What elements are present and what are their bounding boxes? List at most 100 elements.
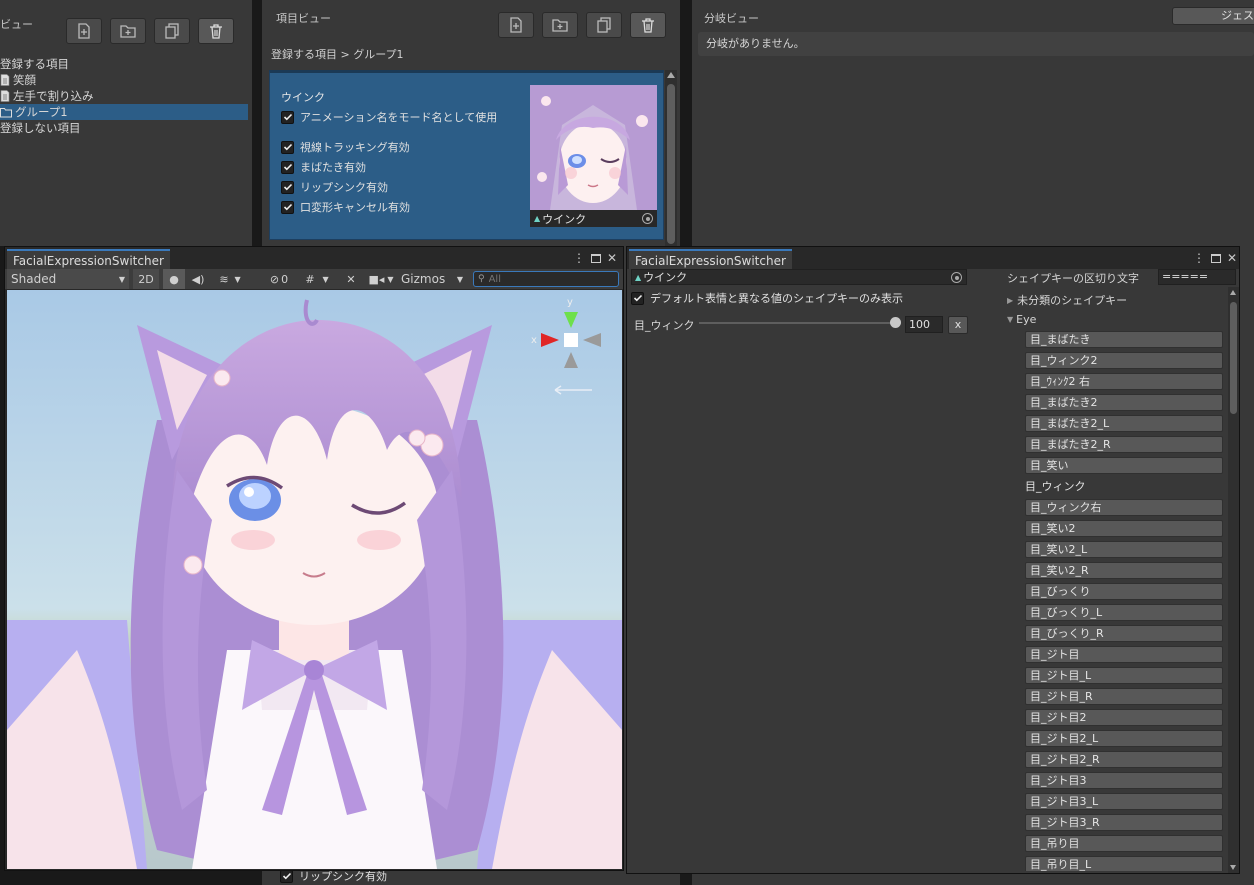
scene-search-field[interactable]: ⚲ xyxy=(473,271,619,287)
lipsync-toggle[interactable]: リップシンク有効 xyxy=(281,179,388,195)
shape-key-button[interactable]: 目_ジト目3_L xyxy=(1025,793,1223,810)
shape-key-button[interactable]: 目_ジト目2_R xyxy=(1025,751,1223,768)
branch-view-title: 分岐ビュー xyxy=(704,12,759,25)
thumbnail-caption-bar: ▲ ウインク xyxy=(530,210,657,227)
remove-key-button[interactable]: x xyxy=(948,316,968,334)
foldout-collapsed-icon: ▶ xyxy=(1007,295,1014,305)
uncategorized-foldout[interactable]: ▶ 未分類のシェイプキー xyxy=(1007,292,1127,308)
shape-key-button[interactable]: 目_びっくり_R xyxy=(1025,625,1223,642)
tree-item-group1[interactable]: グループ1 xyxy=(0,104,248,120)
effects-dropdown[interactable]: ≋ ▼ xyxy=(211,269,249,289)
item-card[interactable]: ウインク アニメーション名をモード名として使用 視線トラッキング有効 まばたき有… xyxy=(269,70,664,240)
checkbox[interactable] xyxy=(281,160,294,174)
lighting-toggle[interactable]: ● xyxy=(163,269,185,289)
shape-key-button[interactable]: 目_ジト目2 xyxy=(1025,709,1223,726)
shape-key-button[interactable]: 目_笑い2_R xyxy=(1025,562,1223,579)
scene-viewport[interactable]: y x xyxy=(7,290,622,869)
shape-key-button[interactable]: 目_ウィンク右 xyxy=(1025,499,1223,516)
shape-key-button[interactable]: 目_まばたき2_L xyxy=(1025,415,1223,432)
scene-visibility-toggle[interactable]: ⊘ 0 xyxy=(263,269,295,289)
gaze-tracking-toggle[interactable]: 視線トラッキング有効 xyxy=(281,139,410,155)
item-view-title: 項目ビュー xyxy=(276,12,331,25)
maximize-icon[interactable] xyxy=(1211,253,1221,263)
shape-key-button[interactable]: 目_びっくり xyxy=(1025,583,1223,600)
mouth-cancel-toggle[interactable]: 口変形キャンセル有効 xyxy=(281,199,410,215)
expression-tab[interactable]: FacialExpressionSwitcher xyxy=(629,249,792,269)
scrollbar-thumb[interactable] xyxy=(667,84,675,244)
shape-key-button[interactable]: 目_ジト目_R xyxy=(1025,688,1223,705)
shape-key-button[interactable]: 目_ジト目3 xyxy=(1025,772,1223,789)
scroll-up-arrow-icon[interactable] xyxy=(667,72,675,78)
hierarchy-panel: ビュー 登録する項目 笑顔 左手で割り込み グループ1 登録しない項目 xyxy=(0,0,252,246)
delete-button[interactable] xyxy=(198,18,234,44)
dropdown-arrow-icon: ▼ xyxy=(387,274,394,284)
checkbox[interactable] xyxy=(281,140,294,154)
shape-key-button[interactable]: 目_吊り目_L xyxy=(1025,856,1223,871)
checkbox[interactable] xyxy=(631,291,644,305)
tree-item-unregistered[interactable]: 登録しない項目 xyxy=(0,120,248,136)
eye-foldout[interactable]: ▼ Eye xyxy=(1007,313,1036,326)
shape-list-scrollbar[interactable] xyxy=(1228,287,1239,873)
toggle-2d-button[interactable]: 2D xyxy=(133,269,159,289)
expression-thumbnail[interactable]: ▲ ウインク xyxy=(530,85,657,227)
blend-slider[interactable] xyxy=(699,317,901,328)
audio-toggle[interactable]: ◀) xyxy=(187,269,209,289)
shading-mode-dropdown[interactable]: Shaded ▼ xyxy=(7,269,129,289)
checkbox[interactable] xyxy=(281,200,294,214)
clip-field[interactable]: ▲ ウインク xyxy=(631,269,967,285)
search-input[interactable] xyxy=(488,273,609,285)
shape-key-button[interactable]: 目_まばたき xyxy=(1025,331,1223,348)
object-picker-icon[interactable] xyxy=(951,272,962,283)
more-menu-icon[interactable]: ⋮ xyxy=(573,251,585,265)
blink-toggle[interactable]: まばたき有効 xyxy=(281,159,366,175)
delimiter-input[interactable]: ===== xyxy=(1158,269,1236,285)
item-delete-button[interactable] xyxy=(630,12,666,38)
shape-key-button[interactable]: 目_笑い2_L xyxy=(1025,541,1223,558)
scene-tab[interactable]: FacialExpressionSwitcher xyxy=(7,249,170,269)
shape-key-button[interactable]: 目_ジト目 xyxy=(1025,646,1223,663)
more-menu-icon[interactable]: ⋮ xyxy=(1193,251,1205,265)
only-diff-toggle[interactable]: デフォルト表情と異なる値のシェイプキーのみ表示 xyxy=(631,290,903,306)
item-add-group-button[interactable] xyxy=(542,12,578,38)
shape-key-button[interactable]: 目_ジト目_L xyxy=(1025,667,1223,684)
shape-key-button[interactable]: 目_まばたき2 xyxy=(1025,394,1223,411)
maximize-icon[interactable] xyxy=(591,253,601,263)
checkbox[interactable] xyxy=(281,110,294,124)
tools-button[interactable]: ✕ xyxy=(341,269,361,289)
tree-item-left-hand[interactable]: 左手で割り込み xyxy=(0,88,248,104)
item-copy-button[interactable] xyxy=(586,12,622,38)
checkbox[interactable] xyxy=(280,869,293,883)
shape-key-button[interactable]: 目_吊り目 xyxy=(1025,835,1223,852)
shape-key-button[interactable]: 目_笑い xyxy=(1025,457,1223,474)
close-icon[interactable]: ✕ xyxy=(1227,251,1237,265)
slider-value-field[interactable]: 100 xyxy=(905,316,943,333)
shape-key-button[interactable]: 目_ウィンク2 xyxy=(1025,352,1223,369)
add-group-button[interactable] xyxy=(110,18,146,44)
gesture-button[interactable]: ジェスチ xyxy=(1172,7,1254,25)
new-file-icon xyxy=(510,17,522,33)
add-item-button[interactable] xyxy=(66,18,102,44)
shape-key-button[interactable]: 目_笑い2 xyxy=(1025,520,1223,537)
item-add-button[interactable] xyxy=(498,12,534,38)
shape-key-button[interactable]: 目_ｳｨﾝｸ2 右 xyxy=(1025,373,1223,390)
shape-key-button[interactable]: 目_ジト目3_R xyxy=(1025,814,1223,831)
scrollbar-thumb[interactable] xyxy=(1230,302,1237,414)
close-icon[interactable]: ✕ xyxy=(607,251,617,265)
camera-dropdown[interactable]: ■◂ ▼ xyxy=(365,269,397,289)
tree-item-smile[interactable]: 笑顔 xyxy=(0,72,248,88)
grid-toggle[interactable]: # ▼ xyxy=(295,269,339,289)
copy-button[interactable] xyxy=(154,18,190,44)
checkbox[interactable] xyxy=(281,180,294,194)
object-picker-icon[interactable] xyxy=(642,213,653,224)
trash-icon xyxy=(210,24,222,39)
slider-thumb[interactable] xyxy=(890,317,901,328)
use-anim-name-toggle[interactable]: アニメーション名をモード名として使用 xyxy=(281,109,497,125)
scroll-up-arrow-icon[interactable] xyxy=(1230,290,1236,295)
tree-item-registered[interactable]: 登録する項目 xyxy=(0,56,248,72)
shape-key-button[interactable]: 目_まばたき2_R xyxy=(1025,436,1223,453)
shape-key-button[interactable]: 目_ジト目2_L xyxy=(1025,730,1223,747)
new-folder-icon xyxy=(120,25,136,38)
scroll-down-arrow-icon[interactable] xyxy=(1230,865,1236,870)
shape-key-button[interactable]: 目_びっくり_L xyxy=(1025,604,1223,621)
gizmos-dropdown[interactable]: Gizmos ▼ xyxy=(399,269,465,289)
